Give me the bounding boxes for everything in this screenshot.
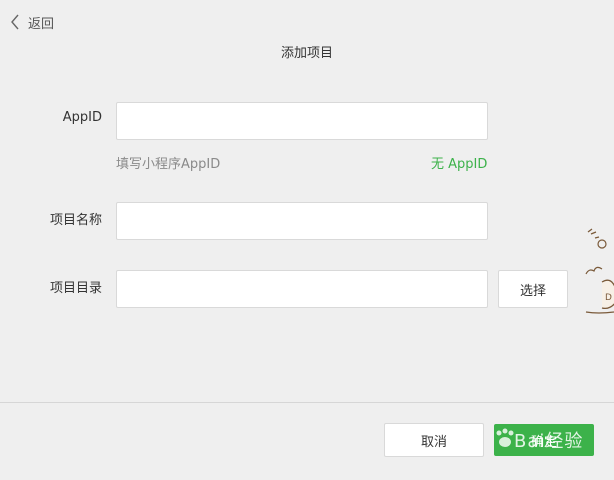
no-appid-link[interactable]: 无 AppID	[431, 153, 487, 172]
project-name-input[interactable]	[116, 202, 488, 240]
chevron-left-icon	[8, 11, 22, 33]
confirm-button[interactable]: 确定	[494, 424, 594, 456]
page-title: 添加项目	[280, 46, 333, 61]
back-label: 返回	[28, 16, 55, 32]
project-dir-label: 项目目录	[49, 281, 102, 296]
appid-input[interactable]	[116, 102, 488, 140]
mascot-illustration: D	[585, 228, 614, 314]
project-dir-input[interactable]	[116, 270, 488, 308]
appid-hint: 填写小程序AppID	[116, 157, 221, 172]
appid-label: AppID	[62, 110, 102, 125]
footer-divider	[0, 402, 614, 403]
svg-text:D: D	[605, 293, 612, 303]
project-name-label: 项目名称	[49, 213, 102, 228]
choose-directory-button[interactable]: 选择	[498, 270, 568, 308]
back-button[interactable]: 返回	[8, 11, 54, 33]
cancel-button[interactable]: 取消	[384, 423, 484, 457]
